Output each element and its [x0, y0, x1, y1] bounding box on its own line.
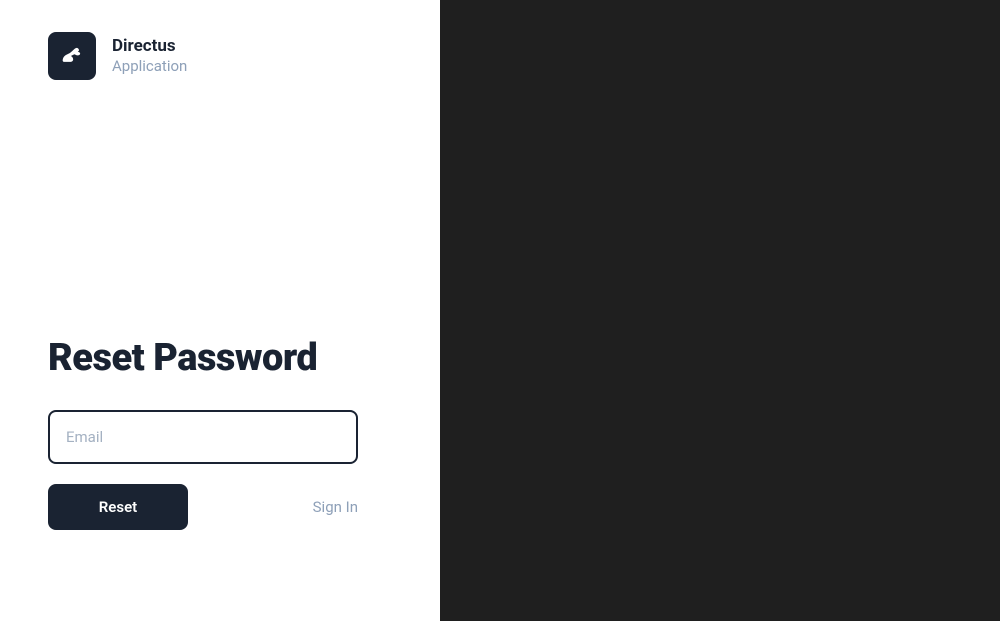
- brand-logo: [48, 32, 96, 80]
- brand-header: Directus Application: [48, 32, 392, 80]
- signin-link[interactable]: Sign In: [313, 498, 358, 516]
- brand-text: Directus Application: [112, 35, 187, 77]
- page-title: Reset Password: [48, 336, 392, 380]
- left-panel: Directus Application Reset Password Rese…: [0, 0, 440, 621]
- brand-name: Directus: [112, 35, 187, 57]
- email-input[interactable]: [48, 410, 358, 464]
- reset-form: Reset Password Reset Sign In: [48, 336, 392, 530]
- right-panel: [440, 0, 1000, 621]
- reset-button[interactable]: Reset: [48, 484, 188, 530]
- rabbit-icon: [58, 42, 86, 70]
- brand-subtitle: Application: [112, 57, 187, 77]
- form-actions: Reset Sign In: [48, 484, 358, 530]
